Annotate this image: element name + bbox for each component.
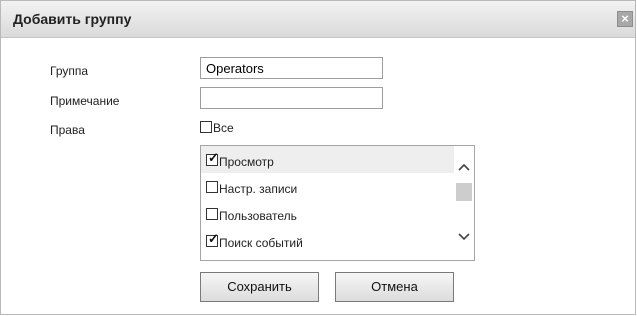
all-rights-checkbox[interactable] — [200, 121, 212, 133]
add-group-dialog: Добавить группу × Группа Примечание Прав… — [0, 0, 636, 315]
rights-item-view[interactable]: ✓ Просмотр — [201, 146, 454, 173]
rights-item-label: Просмотр — [219, 155, 274, 169]
rights-scrollbar[interactable] — [454, 146, 474, 260]
rights-list[interactable]: ✓ Просмотр Настр. записи Пользователь ✓ … — [200, 145, 475, 261]
note-label: Примечание — [50, 94, 120, 108]
rights-item-label: Поиск событий — [219, 236, 303, 250]
rights-checkbox-event-search[interactable]: ✓ — [206, 231, 219, 247]
note-input[interactable] — [200, 87, 383, 109]
rights-item-record-settings[interactable]: Настр. записи — [201, 173, 454, 200]
all-rights-label: Все — [213, 121, 234, 135]
chevron-up-icon[interactable] — [457, 160, 471, 174]
rights-item-label: Пользователь — [219, 209, 297, 223]
rights-checkbox-record-settings[interactable] — [206, 181, 218, 193]
rights-item-label: Настр. записи — [219, 182, 298, 196]
scrollbar-thumb[interactable] — [456, 183, 472, 201]
group-label: Группа — [50, 64, 89, 78]
rights-label: Права — [50, 123, 85, 137]
save-button[interactable]: Сохранить — [200, 272, 319, 302]
rights-checkbox-view[interactable]: ✓ — [206, 150, 219, 166]
checkmark-icon: ✓ — [208, 150, 219, 165]
rights-item-event-search[interactable]: ✓ Поиск событий — [201, 227, 454, 254]
rights-checkbox-user[interactable] — [206, 208, 218, 220]
close-icon[interactable]: × — [617, 11, 633, 27]
rights-item-user[interactable]: Пользователь — [201, 200, 454, 227]
group-name-input[interactable] — [200, 57, 383, 79]
dialog-title: Добавить группу — [13, 11, 132, 27]
checkmark-icon: ✓ — [208, 231, 219, 246]
dialog-titlebar: Добавить группу × — [1, 1, 635, 38]
cancel-button[interactable]: Отмена — [335, 272, 454, 302]
chevron-down-icon[interactable] — [457, 230, 471, 244]
